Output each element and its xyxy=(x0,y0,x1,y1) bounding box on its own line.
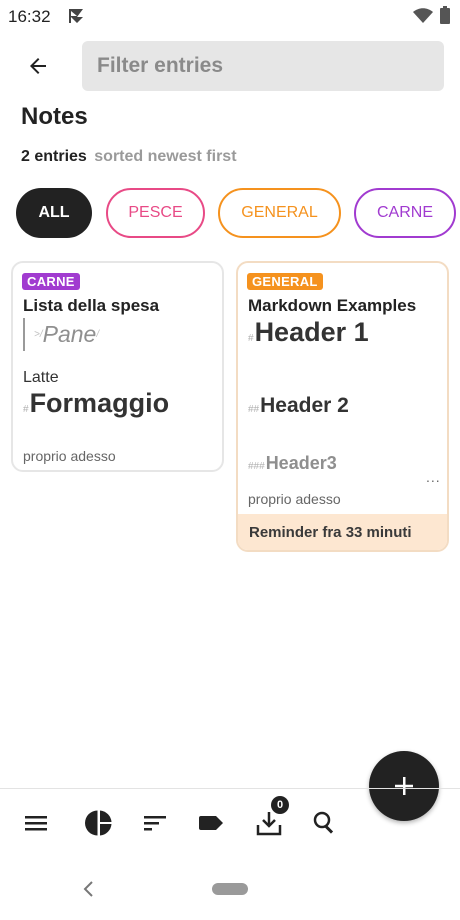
heading-text: Header3 xyxy=(265,453,337,473)
menu-icon xyxy=(25,816,47,831)
download-count-badge: 0 xyxy=(271,796,289,814)
filter-box xyxy=(82,41,444,91)
sort-icon xyxy=(144,816,166,831)
note-tag: GENERAL xyxy=(247,273,323,290)
note-title: Lista della spesa xyxy=(23,296,160,315)
pie-chart-icon xyxy=(85,810,112,836)
wifi-icon xyxy=(413,8,433,23)
note-text-line: Latte xyxy=(23,369,59,386)
note-timestamp: proprio adesso xyxy=(248,491,341,507)
filter-chip-pesce[interactable]: PESCE xyxy=(106,188,205,238)
page-title: Notes xyxy=(21,103,88,130)
menu-button[interactable] xyxy=(20,807,52,839)
back-button[interactable] xyxy=(20,50,56,82)
battery-icon xyxy=(440,6,450,24)
top-bar xyxy=(0,40,460,92)
note-card[interactable]: GENERAL Markdown Examples # Header 1 ## … xyxy=(236,261,449,552)
stats-button[interactable] xyxy=(83,807,115,839)
heading-marker: ## xyxy=(248,404,260,415)
reminder-banner: Reminder fra 33 minuti xyxy=(238,514,447,550)
heading-marker: ### xyxy=(248,461,265,472)
quote-text: Pane xyxy=(42,321,97,347)
note-heading-3: ### Header3 xyxy=(248,453,337,474)
quote-marker-close: / xyxy=(96,329,100,340)
system-navigation-bar xyxy=(0,868,460,920)
entries-summary: 2 entries sorted newest first xyxy=(21,148,237,166)
heading-text: Header 2 xyxy=(260,394,349,417)
quote-marker: >/ xyxy=(34,329,43,340)
filter-chip-general[interactable]: GENERAL xyxy=(218,188,341,238)
status-bar: 16:32 xyxy=(0,0,460,34)
system-back-icon[interactable] xyxy=(82,880,96,898)
filter-chip-all[interactable]: ALL xyxy=(16,188,92,238)
label-icon xyxy=(199,816,223,830)
import-button[interactable]: 0 xyxy=(253,796,289,839)
note-card[interactable]: CARNE Lista della spesa >/ Pane / Latte … xyxy=(11,261,224,472)
sort-button[interactable] xyxy=(139,807,171,839)
note-heading-2: ## Header 2 xyxy=(248,394,349,418)
more-options-button[interactable]: ... xyxy=(426,469,441,485)
bottom-toolbar: 0 xyxy=(0,789,460,859)
entries-count: 2 entries xyxy=(21,148,87,165)
heading-marker: # xyxy=(23,404,29,415)
filter-input[interactable] xyxy=(97,41,432,91)
note-title: Markdown Examples xyxy=(248,296,417,315)
note-heading: # Formaggio xyxy=(23,388,169,419)
system-home-pill[interactable] xyxy=(212,883,248,895)
tags-button[interactable] xyxy=(196,807,228,839)
arrow-back-icon xyxy=(30,58,46,74)
heading-text: Header 1 xyxy=(254,317,369,347)
note-timestamp: proprio adesso xyxy=(23,448,116,464)
heading-marker: # xyxy=(248,333,254,344)
sort-description: sorted newest first xyxy=(94,148,237,165)
filter-chip-carne[interactable]: CARNE xyxy=(354,188,456,238)
note-heading-1: # Header 1 xyxy=(248,317,369,348)
status-time: 16:32 xyxy=(8,7,51,26)
heading-text: Formaggio xyxy=(29,388,170,418)
note-tag: CARNE xyxy=(22,273,80,290)
note-blockquote: >/ Pane / xyxy=(23,318,99,351)
app-notification-icon xyxy=(69,9,83,23)
search-button[interactable] xyxy=(309,807,341,839)
search-icon xyxy=(313,811,334,834)
